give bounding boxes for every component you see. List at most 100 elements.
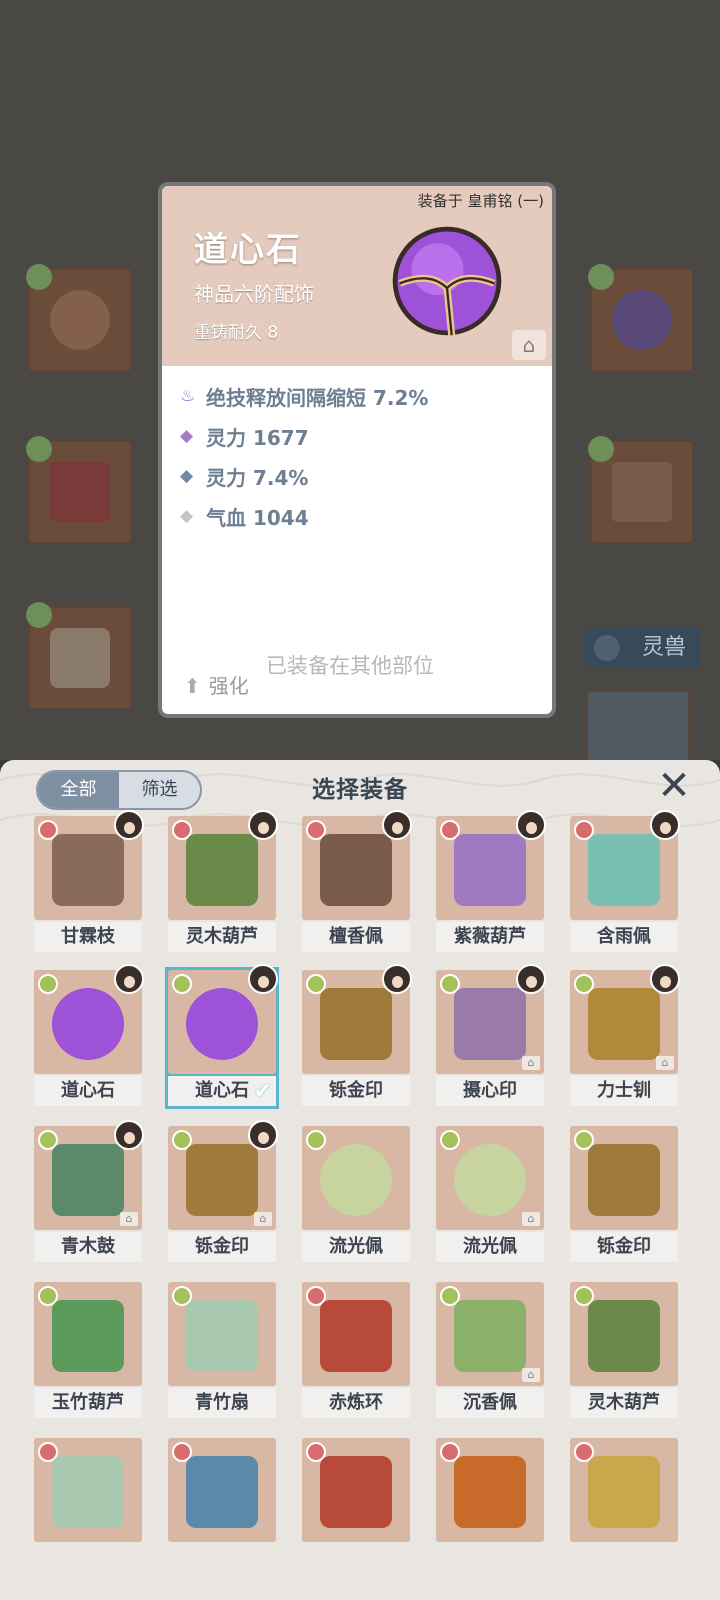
- equipped-elsewhere-message: 已装备在其他部位: [266, 654, 434, 678]
- equipment-item[interactable]: 铄金印: [302, 964, 412, 1106]
- character-portrait-icon: [114, 1120, 144, 1150]
- item-name: 铄金印: [570, 1232, 678, 1262]
- character-portrait-icon: [114, 964, 144, 994]
- equipment-item[interactable]: 道心石: [34, 964, 144, 1106]
- equipment-item[interactable]: 玉竹葫芦: [34, 1282, 142, 1418]
- lock-icon: ⌂: [656, 1056, 674, 1070]
- reforge-durability: 重铸耐久 8: [194, 323, 279, 343]
- item-tile: ⌂: [436, 1126, 544, 1230]
- character-portrait-icon: [382, 964, 412, 994]
- item-name: 玉竹葫芦: [34, 1388, 142, 1418]
- lock-icon: ⌂: [522, 1056, 540, 1070]
- equipment-item[interactable]: 含雨佩: [570, 810, 680, 952]
- equipment-item[interactable]: [34, 1438, 142, 1574]
- equipment-item[interactable]: 紫薇葫芦: [436, 810, 546, 952]
- equipment-item[interactable]: ⌂ 流光佩: [436, 1126, 544, 1262]
- equipment-item[interactable]: ⌂ 铄金印: [168, 1120, 278, 1262]
- equipment-item[interactable]: ⌂ 青木鼓: [34, 1120, 144, 1262]
- equipment-item[interactable]: [302, 1438, 410, 1574]
- bg-equip-slot: [26, 264, 132, 372]
- purple-flame-icon: ♨: [180, 386, 196, 406]
- item-name: 紫薇葫芦: [436, 922, 544, 952]
- bg-equip-slot: [588, 436, 694, 544]
- item-name: 铄金印: [302, 1076, 410, 1106]
- enhance-button[interactable]: ⬆ 强化: [184, 670, 249, 699]
- card-header: 装备于 皇甫铭 (一) 道心石 神品六阶配饰 重铸耐久 8 ⌂: [162, 186, 552, 366]
- equipment-icon: [52, 834, 124, 906]
- equipment-icon: [588, 834, 660, 906]
- equipment-icon: [454, 834, 526, 906]
- equipment-icon: [320, 834, 392, 906]
- lock-icon[interactable]: ⌂: [512, 330, 546, 360]
- item-tile: [570, 1438, 678, 1542]
- lock-icon: ⌂: [120, 1212, 138, 1226]
- item-tile: [570, 1126, 678, 1230]
- equipment-item[interactable]: 灵木葫芦: [570, 1282, 678, 1418]
- item-tile: [168, 1438, 276, 1542]
- bg-equip-slot: [26, 436, 132, 544]
- equipment-item[interactable]: 道心石 ✔: [165, 964, 279, 1109]
- item-tile: [570, 1282, 678, 1386]
- element-emblem-icon: [306, 1130, 326, 1150]
- equipment-item[interactable]: [168, 1438, 276, 1574]
- item-tile: [302, 1438, 410, 1542]
- item-grade: 神品六阶配饰: [194, 282, 314, 306]
- dao-heart-stone-icon: [392, 226, 502, 336]
- item-name: 赤炼环: [302, 1388, 410, 1418]
- element-emblem-icon: [440, 1130, 460, 1150]
- up-arrow-icon: ⬆: [184, 674, 201, 698]
- stat-list: ♨ 绝技释放间隔缩短 7.2% ◆ 灵力 1677 ◆ 灵力 7.4% ◆ 气血 104…: [180, 382, 428, 542]
- equipment-icon: [320, 988, 392, 1060]
- bg-equip-slot: [586, 690, 690, 764]
- item-name: 摄心印: [436, 1076, 544, 1106]
- equipment-icon: [454, 1300, 526, 1372]
- stat-text: 灵力 1677: [206, 426, 309, 450]
- beast-icon: [594, 635, 620, 661]
- equipment-icon: [588, 1300, 660, 1372]
- spirit-beast-tab: 灵兽: [584, 628, 700, 668]
- character-portrait-icon: [248, 1120, 278, 1150]
- equipment-icon: [588, 1144, 660, 1216]
- enhance-label: 强化: [208, 674, 249, 698]
- equipped-on-text: 装备于 皇甫铭 (一): [417, 192, 544, 210]
- equipment-item[interactable]: 灵木葫芦: [168, 810, 278, 952]
- close-icon[interactable]: ✕: [654, 766, 694, 806]
- item-name: 流光佩: [436, 1232, 544, 1262]
- equipment-item[interactable]: 甘霖枝: [34, 810, 144, 952]
- equipment-item[interactable]: ⌂ 沉香佩: [436, 1282, 544, 1418]
- spirit-beast-label: 灵兽: [641, 635, 686, 660]
- equipment-item[interactable]: 檀香佩: [302, 810, 412, 952]
- character-portrait-icon: [114, 810, 144, 840]
- character-portrait-icon: [248, 964, 278, 994]
- lock-icon: ⌂: [254, 1212, 272, 1226]
- stat-text: 绝技释放间隔缩短 7.2%: [206, 386, 429, 410]
- stat-text: 气血 1044: [206, 506, 309, 530]
- equipment-item[interactable]: 青竹扇: [168, 1282, 276, 1418]
- equipment-icon: [52, 988, 124, 1060]
- equipment-icon: [454, 1144, 526, 1216]
- item-tile: [168, 1282, 276, 1386]
- equipment-item[interactable]: ⌂ 力士钏: [570, 964, 680, 1106]
- character-portrait-icon: [650, 964, 680, 994]
- equipment-item[interactable]: 赤炼环: [302, 1282, 410, 1418]
- equipment-item[interactable]: 铄金印: [570, 1126, 678, 1262]
- equipment-item[interactable]: ⌂ 摄心印: [436, 964, 546, 1106]
- selected-check-icon: ✔: [253, 1079, 272, 1104]
- item-name: 沉香佩: [436, 1388, 544, 1418]
- equipment-icon: [186, 988, 258, 1060]
- item-name: 甘霖枝: [34, 922, 142, 952]
- item-name: 流光佩: [302, 1232, 410, 1262]
- character-portrait-icon: [248, 810, 278, 840]
- blue-diamond-icon: ◆: [180, 466, 194, 486]
- equipment-icon: [52, 1456, 124, 1528]
- equipment-item[interactable]: [436, 1438, 544, 1574]
- element-emblem-icon: [172, 974, 192, 994]
- equipment-icon: [588, 988, 660, 1060]
- item-tile: ⌂: [436, 1282, 544, 1386]
- equipment-icon: [588, 1456, 660, 1528]
- equipment-item[interactable]: 流光佩: [302, 1126, 410, 1262]
- gray-diamond-icon: ◆: [180, 506, 194, 526]
- equipment-detail-card: 装备于 皇甫铭 (一) 道心石 神品六阶配饰 重铸耐久 8 ⌂ ♨ 绝技释放间隔缩…: [158, 182, 556, 718]
- item-name: 含雨佩: [570, 922, 678, 952]
- equipment-item[interactable]: [570, 1438, 678, 1574]
